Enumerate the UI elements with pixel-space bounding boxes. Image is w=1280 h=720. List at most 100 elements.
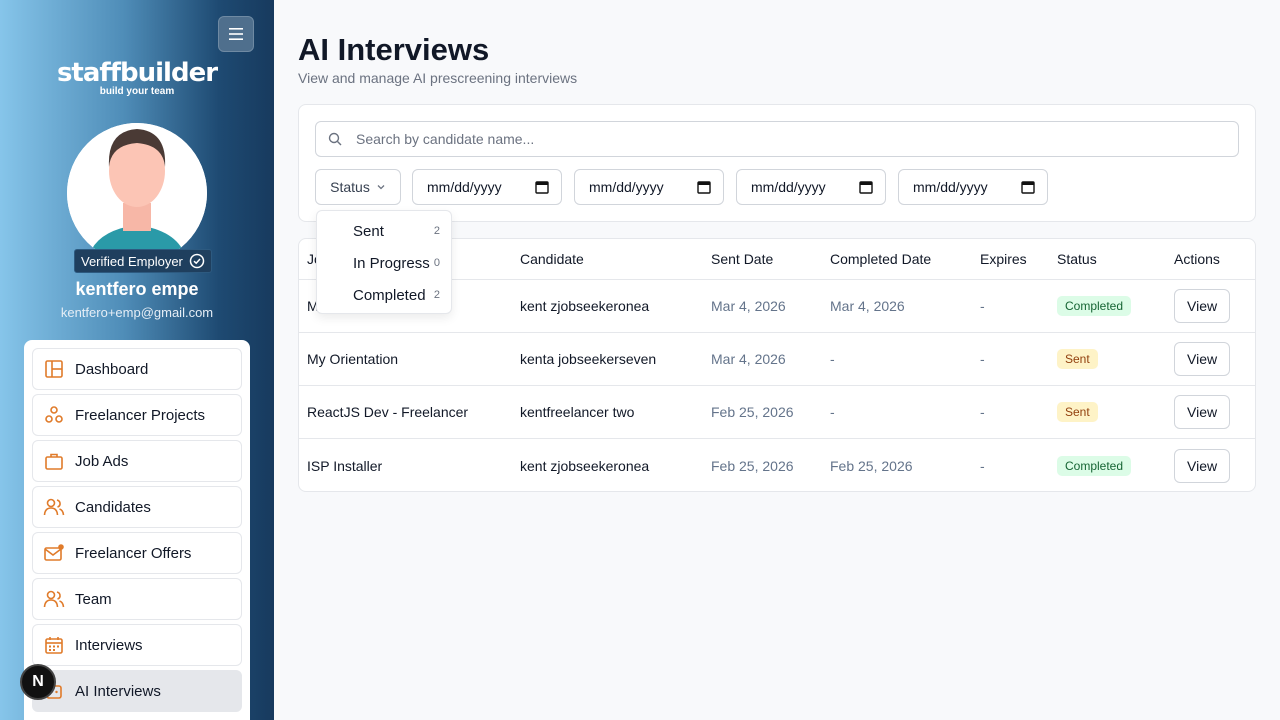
sidebar-item-ai-interviews[interactable]: AI Interviews (32, 670, 242, 712)
status-cell: Completed (1057, 439, 1132, 491)
view-button[interactable]: View (1174, 289, 1231, 323)
user-name: kentfero empe (75, 279, 199, 299)
date-to-input[interactable]: mm/dd/yyyy (574, 169, 724, 205)
view-button[interactable]: View (1174, 448, 1231, 483)
sidebar-item-label: Team (75, 590, 112, 608)
sent-date-cell: Feb 25, 2026 (711, 404, 794, 420)
sidebar-item-label: Freelancer Offers (75, 544, 192, 562)
table-row: ISP Installer kent zjobseekeronea Feb 25… (299, 439, 1255, 491)
job-cell: My Orientation (307, 351, 399, 367)
sidebar-item-freelancer-offers[interactable]: Freelancer Offers (32, 532, 242, 574)
brand-tagline: build your team (99, 86, 175, 97)
date-placeholder: mm/dd/yyyy (751, 179, 826, 195)
expires-cell: - (980, 457, 985, 474)
column-header-completed-date[interactable]: Completed Date (830, 239, 931, 279)
status-option-completed[interactable]: Completed 2 (317, 279, 451, 311)
status-badge: Completed (1057, 296, 1132, 316)
sidebar: staffbuilder build your team Verified Em… (0, 0, 274, 720)
candidate-cell: kent zjobseekeronea (520, 298, 650, 314)
status-badge: Sent (1057, 349, 1098, 369)
dashboard-icon (43, 358, 65, 380)
status-option-count: 2 (433, 225, 440, 237)
search-box[interactable] (315, 121, 1239, 157)
sent-date-cell: Mar 4, 2026 (711, 298, 786, 314)
status-option-in-progress[interactable]: In Progress 0 (317, 247, 451, 279)
completed-date-cell: Mar 4, 2026 (830, 298, 905, 314)
completed-date-cell: Feb 25, 2026 (830, 457, 913, 474)
actions-cell: View (1174, 439, 1231, 491)
table-row: ReactJS Dev - Freelancer kentfreelancer … (299, 386, 1255, 439)
page-subtitle: View and manage AI prescreening intervie… (298, 70, 578, 86)
actions-cell: View (1174, 280, 1231, 332)
users-icon (43, 496, 65, 518)
completed-date-cell: - (830, 404, 835, 420)
status-badge: Sent (1057, 402, 1098, 422)
calendar-icon[interactable] (535, 180, 549, 194)
actions-cell: View (1174, 333, 1231, 385)
status-option-label: In Progress (353, 254, 430, 272)
briefcase-icon (43, 450, 65, 472)
sent-date-cell: Mar 4, 2026 (711, 351, 786, 367)
column-header-status[interactable]: Status (1057, 239, 1097, 279)
n-badge-button[interactable]: N (20, 664, 56, 700)
sidebar-item-label: Candidates (75, 498, 151, 516)
status-option-sent[interactable]: Sent 2 (317, 215, 451, 247)
calendar-icon[interactable] (859, 180, 873, 194)
date-placeholder: mm/dd/yyyy (913, 179, 988, 195)
status-cell: Sent (1057, 386, 1098, 438)
candidate-cell: kent zjobseekeronea (520, 457, 650, 474)
status-cell: Completed (1057, 280, 1132, 332)
brand-logo[interactable]: staffbuilder build your team (0, 58, 274, 97)
view-button[interactable]: View (1174, 342, 1231, 376)
sidebar-item-job-ads[interactable]: Job Ads (32, 440, 242, 482)
column-header-candidate[interactable]: Candidate (520, 239, 584, 279)
view-button[interactable]: View (1174, 395, 1231, 429)
expires-cell: - (980, 351, 985, 367)
mail-icon (43, 542, 65, 564)
actions-cell: View (1174, 386, 1231, 438)
date-placeholder: mm/dd/yyyy (589, 179, 664, 195)
status-option-label: Sent (353, 222, 384, 240)
completed-from-input[interactable]: mm/dd/yyyy (736, 169, 886, 205)
sidebar-item-team[interactable]: Team (32, 578, 242, 620)
expires-cell: - (980, 298, 985, 314)
team-icon (43, 588, 65, 610)
sidebar-nav: Dashboard Freelancer Projects Job Ads Ca… (24, 340, 250, 720)
status-option-count: 0 (433, 257, 440, 269)
status-badge: Completed (1057, 455, 1132, 476)
brand-name: staffbuilder (56, 58, 218, 88)
user-email: kentfero+emp@gmail.com (60, 305, 214, 320)
column-header-sent-date[interactable]: Sent Date (711, 239, 773, 279)
page-title: AI Interviews (298, 32, 490, 67)
avatar (67, 123, 207, 263)
search-input[interactable] (356, 131, 1206, 147)
sidebar-item-candidates[interactable]: Candidates (32, 486, 242, 528)
menu-toggle-button[interactable] (218, 16, 254, 52)
status-cell: Sent (1057, 333, 1098, 385)
job-cell: ISP Installer (307, 457, 383, 474)
sidebar-item-freelancer-projects[interactable]: Freelancer Projects (32, 394, 242, 436)
column-header-actions: Actions (1174, 251, 1220, 267)
calendar-icon[interactable] (697, 180, 711, 194)
user-avatar-icon (67, 123, 207, 263)
column-header-expires[interactable]: Expires (980, 239, 1027, 279)
chevron-down-icon (377, 185, 385, 190)
table-row: My Orientation kenta jobseekerseven Mar … (299, 333, 1255, 386)
projects-icon (43, 404, 65, 426)
date-from-input[interactable]: mm/dd/yyyy (412, 169, 562, 205)
completed-to-input[interactable]: mm/dd/yyyy (898, 169, 1048, 205)
sidebar-item-label: Freelancer Projects (75, 406, 206, 424)
candidate-cell: kenta jobseekerseven (520, 351, 657, 367)
sidebar-item-label: Interviews (75, 636, 143, 654)
candidate-cell: kentfreelancer two (520, 404, 635, 420)
calendar-icon[interactable] (1021, 180, 1035, 194)
status-filter-button[interactable]: Status (315, 169, 401, 205)
filters-panel: Status mm/dd/yyyy mm/dd/yyyy mm/dd/yyyy … (298, 104, 1256, 222)
job-cell: ReactJS Dev - Freelancer (307, 404, 469, 420)
verified-employer-badge: Verified Employer (74, 249, 212, 273)
sidebar-item-label: Dashboard (75, 360, 149, 378)
sidebar-item-dashboard[interactable]: Dashboard (32, 348, 242, 390)
status-filter-label: Status (330, 179, 370, 195)
status-option-count: 2 (433, 289, 440, 301)
sidebar-item-interviews[interactable]: Interviews (32, 624, 242, 666)
